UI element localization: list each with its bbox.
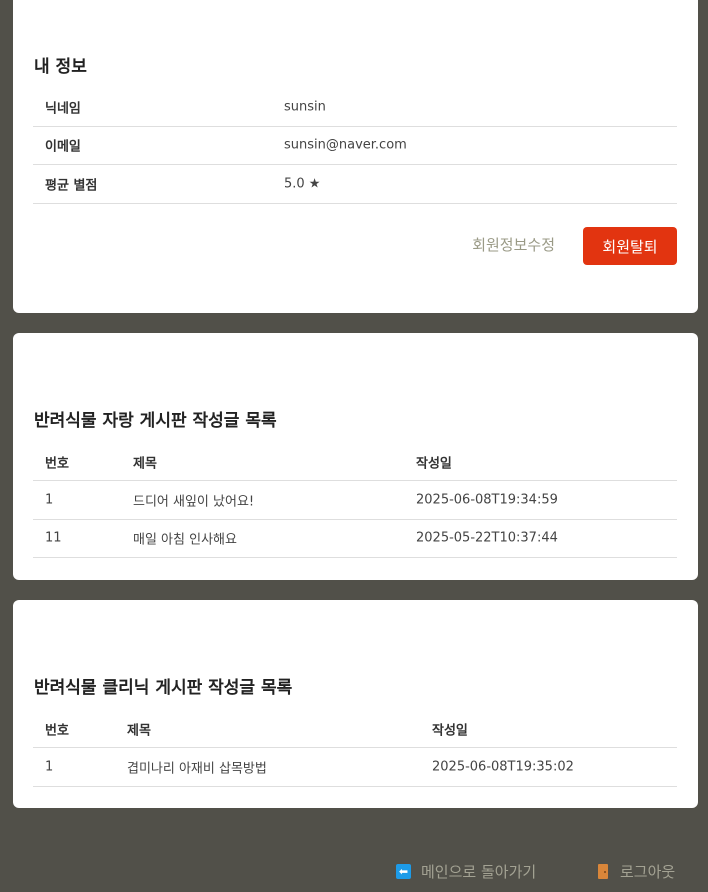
profile-row-nickname: 닉네임 sunsin (33, 88, 677, 127)
header-number: 번호 (45, 456, 69, 472)
row-date: 2025-06-08T19:34:59 (416, 492, 558, 508)
profile-title: 내 정보 (34, 57, 87, 77)
nickname-label: 닉네임 (45, 101, 81, 117)
profile-card: 내 정보 닉네임 sunsin 이메일 sunsin@naver.com 평균 … (13, 0, 698, 313)
posts-table-header: 번호 제목 작성일 (33, 444, 677, 481)
email-label: 이메일 (45, 139, 81, 155)
header-title: 제목 (133, 456, 157, 472)
row-date: 2025-05-22T10:37:44 (416, 530, 558, 546)
logout-label: 로그아웃 (620, 862, 676, 881)
back-arrow-icon: ⬅ (396, 863, 411, 879)
table-row[interactable]: 1 겹미나리 아재비 삽목방법 2025-06-08T19:35:02 (33, 748, 677, 787)
nickname-value: sunsin (284, 99, 326, 115)
rating-value: 5.0 ★ (284, 176, 321, 192)
header-date: 작성일 (432, 723, 468, 739)
row-title-link[interactable]: 매일 아침 인사해요 (133, 529, 237, 548)
clinic-title: 반려식물 클리닉 게시판 작성글 목록 (34, 678, 293, 698)
back-to-main-label: 메인으로 돌아가기 (421, 862, 537, 881)
door-icon (598, 863, 608, 879)
table-row[interactable]: 11 매일 아침 인사해요 2025-05-22T10:37:44 (33, 520, 677, 558)
row-date: 2025-06-08T19:35:02 (432, 759, 574, 775)
clinic-table-header: 번호 제목 작성일 (33, 711, 677, 748)
header-date: 작성일 (416, 456, 452, 472)
edit-profile-button[interactable]: 회원정보수정 (472, 226, 555, 264)
row-number: 11 (45, 530, 62, 546)
row-title-link[interactable]: 드디어 새잎이 났어요! (133, 490, 254, 509)
withdraw-button[interactable]: 회원탈퇴 (583, 227, 677, 265)
posts-title: 반려식물 자랑 게시판 작성글 목록 (34, 411, 277, 431)
back-to-main-link[interactable]: ⬅ 메인으로 돌아가기 (396, 859, 536, 883)
rating-label: 평균 별점 (45, 178, 98, 194)
email-value: sunsin@naver.com (284, 137, 407, 153)
clinic-card: 반려식물 클리닉 게시판 작성글 목록 번호 제목 작성일 1 겹미나리 아재비… (13, 600, 698, 808)
row-number: 1 (45, 492, 54, 508)
profile-row-email: 이메일 sunsin@naver.com (33, 127, 677, 165)
profile-row-rating: 평균 별점 5.0 ★ (33, 165, 677, 204)
profile-info-table: 닉네임 sunsin 이메일 sunsin@naver.com 평균 별점 5.… (33, 88, 677, 204)
posts-table: 번호 제목 작성일 1 드디어 새잎이 났어요! 2025-06-08T19:3… (33, 444, 677, 558)
row-number: 1 (45, 759, 54, 775)
header-title: 제목 (127, 723, 151, 739)
logout-link[interactable]: 로그아웃 (598, 859, 675, 883)
posts-card: 반려식물 자랑 게시판 작성글 목록 번호 제목 작성일 1 드디어 새잎이 났… (13, 333, 698, 580)
header-number: 번호 (45, 723, 69, 739)
clinic-table: 번호 제목 작성일 1 겹미나리 아재비 삽목방법 2025-06-08T19:… (33, 711, 677, 787)
table-row[interactable]: 1 드디어 새잎이 났어요! 2025-06-08T19:34:59 (33, 481, 677, 520)
row-title-link[interactable]: 겹미나리 아재비 삽목방법 (127, 757, 267, 776)
